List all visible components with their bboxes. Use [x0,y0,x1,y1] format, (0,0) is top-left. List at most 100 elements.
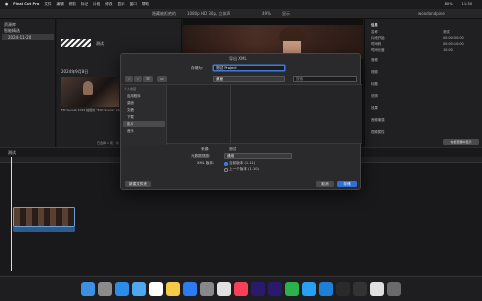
clip-thumbnail[interactable] [61,77,119,107]
insp-label-tc: 时间码 [371,42,382,46]
app-toolbar: 隐藏被拒绝的 1080p HD 30p, 立体声 49% 显示 woodandp… [0,9,482,19]
person-shape [83,81,93,95]
playhead[interactable] [11,157,12,271]
menu-trim[interactable]: 修剪 [69,2,76,7]
save-as-field[interactable]: 测试 Project [213,65,285,71]
menu-bar: ● Final Cut Pro 文件 编辑 修剪 标记 片段 修改 显示 窗口 … [0,0,482,9]
dock-app-icon[interactable] [353,282,367,296]
location-popup[interactable]: 桌面 [213,76,285,82]
show-in-inspector-button[interactable]: 在检查器中显示 [443,139,479,145]
menu-clip[interactable]: 片段 [93,2,100,7]
sidebar-item-applications[interactable]: 应用程序 [127,94,141,99]
metadata-popup[interactable]: 通用 [224,153,292,159]
sidebar-item-music[interactable]: 音乐 [127,129,134,134]
dock-app-icon[interactable] [200,282,214,296]
insp-check-audio-enh[interactable]: 音频增强 [371,118,385,123]
event-row-selected[interactable]: 2024-11-20 [2,34,54,40]
menu-edit[interactable]: 编辑 [57,2,64,7]
file-browser: 个人收藏 应用程序 桌面 文稿 下载 影片 音乐 [121,84,362,145]
hair-shape [279,27,305,41]
library-sidebar: 资源库 智能精选 2024-11-20 [0,19,56,147]
sidebar-item-documents[interactable]: 文稿 [127,108,134,113]
sidebar-item-movies-selected[interactable]: 影片 [123,121,165,127]
insp-check-video[interactable]: 视频 [371,70,378,75]
new-folder-button[interactable]: 新建文件夹 [125,181,151,187]
dock-app-icon[interactable] [234,282,248,296]
search-field[interactable]: 搜索 [293,76,357,82]
dock-app-icon[interactable] [336,282,350,296]
viewer-format: 1080p HD 30p, 立体声 [187,11,231,16]
view-mode-button[interactable]: ☷ [143,76,153,82]
folder-icon[interactable]: ▭ [157,76,167,82]
insp-check-audio[interactable]: 音频 [371,58,378,63]
menu-modify[interactable]: 修改 [105,2,112,7]
insp-value-start[interactable]: 00:00:00:00 [443,36,464,41]
forward-button[interactable]: › [134,76,142,82]
menu-window[interactable]: 窗口 [130,2,137,7]
library-item[interactable]: 资源库 [4,22,16,27]
dock-app-icon[interactable] [285,282,299,296]
insp-check-effects[interactable]: 效果 [371,106,378,111]
date-group[interactable]: 2024年9月8日 [61,69,88,74]
xml-option-current[interactable]: 当前版本 (1.11) [229,161,255,166]
apple-icon[interactable]: ● [5,2,8,7]
filter-label[interactable]: 隐藏被拒绝的 [152,11,176,16]
favorites-header: 个人收藏 [124,87,137,91]
dialog-title: 导出 XML [229,56,247,61]
export-xml-dialog: 导出 XML 存储为: 测试 Project ‹ › ☷ ▭ 桌面 搜索 个人收… [120,53,362,190]
insp-check-title[interactable]: 标题 [371,82,378,87]
menu-app[interactable]: Final Cut Pro [13,2,39,7]
dock-app-icon[interactable] [166,282,180,296]
save-as-label: 存储为: [191,66,203,70]
back-button[interactable]: ‹ [125,76,133,82]
radio-previous[interactable] [224,168,228,172]
dock-app-icon[interactable] [81,282,95,296]
dock-app-icon[interactable] [302,282,316,296]
source-value: 测试 [229,147,237,151]
save-button[interactable]: 存储 [337,181,357,187]
insp-value-dur[interactable]: 10:00 [443,48,453,53]
sidebar-item-desktop[interactable]: 桌面 [127,101,134,106]
file-column[interactable] [167,85,231,145]
inspector-title: woodandpine [418,11,445,16]
view-menu[interactable]: 显示 [282,11,290,16]
menu-view[interactable]: 显示 [117,2,124,7]
zoom-level[interactable]: 49% [262,11,271,16]
xml-version-label: XML 版本: [197,161,215,165]
dock-app-icon[interactable] [387,282,401,296]
menu-mark[interactable]: 标记 [81,2,88,7]
clapper-thumbnail[interactable] [61,39,91,47]
timeline-clip[interactable] [13,207,75,227]
dock-app-icon[interactable] [149,282,163,296]
clip-title[interactable]: 测试 [96,41,104,46]
dock-app-icon[interactable] [98,282,112,296]
source-label: 来源: [201,147,210,151]
dock-app-icon[interactable] [217,282,231,296]
dock-app-icon[interactable] [319,282,333,296]
dock-app-icon[interactable] [115,282,129,296]
menu-help[interactable]: 帮助 [142,2,149,7]
event-item: 2024-11-20 [8,34,32,40]
cancel-button[interactable]: 取消 [316,181,334,187]
dock-app-icon[interactable] [268,282,282,296]
timeline-audio[interactable] [13,227,75,232]
dock-app-icon[interactable] [183,282,197,296]
sidebar-item-downloads[interactable]: 下载 [127,115,134,120]
dock-app-icon[interactable] [370,282,384,296]
smart-collections[interactable]: 智能精选 [4,28,20,33]
insp-check-video-props[interactable]: 视频属性 [371,130,385,135]
battery-status[interactable]: 80% [445,2,453,7]
sidebar-item-movies: 影片 [127,121,134,126]
insp-label-start: 片段开始 [371,36,385,40]
insp-check-desc[interactable]: 说明 [371,94,378,99]
dock-app-icon[interactable] [251,282,265,296]
radio-current[interactable] [224,162,228,166]
inspector-section: 信息 [371,23,378,27]
dock-app-icon[interactable] [132,282,146,296]
clock[interactable]: 11:30 [462,2,472,7]
insp-value-tc[interactable]: 00:00:10:00 [443,42,464,47]
xml-option-previous[interactable]: 上一个版本 (1.10) [229,167,259,172]
insp-label-dur: 时间长度 [371,48,385,52]
menu-file[interactable]: 文件 [44,2,51,7]
insp-value-name[interactable]: 测试 [443,30,450,35]
